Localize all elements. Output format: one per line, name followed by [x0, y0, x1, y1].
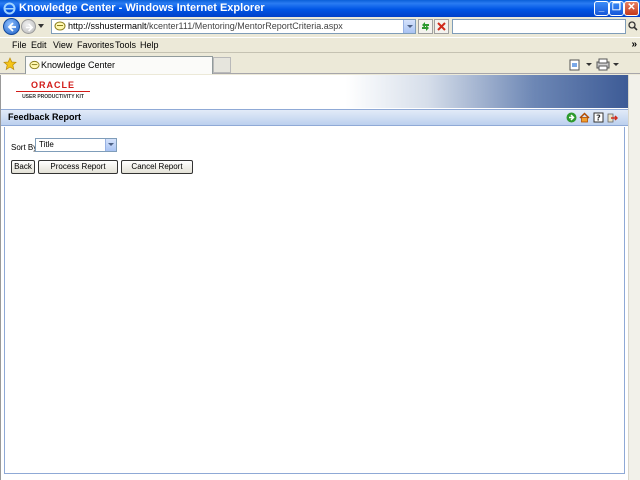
page-icon [29, 60, 40, 70]
window-title-bar[interactable]: Knowledge Center - Windows Internet Expl… [0, 0, 640, 17]
go-icon[interactable] [566, 112, 577, 123]
home-dropdown[interactable] [586, 63, 592, 66]
refresh-icon [422, 22, 429, 31]
sort-by-select[interactable]: Title [35, 138, 117, 152]
search-input[interactable] [452, 19, 626, 34]
window-title: Knowledge Center - Windows Internet Expl… [19, 2, 265, 14]
logo-oracle-text: ORACLE [16, 80, 90, 92]
exit-icon[interactable] [607, 112, 618, 123]
arrow-left-icon [7, 22, 16, 32]
back-button[interactable]: Back [11, 160, 35, 174]
ie-logo-icon [3, 2, 16, 15]
menu-edit[interactable]: Edit [31, 40, 47, 50]
menu-favorites[interactable]: Favorites [77, 40, 114, 50]
minimize-button[interactable]: _ [594, 1, 609, 16]
page-content: ORACLE USER PRODUCTIVITY KIT Feedback Re… [0, 75, 628, 480]
menu-bar: File Edit View Favorites Tools Help » [0, 37, 640, 53]
forward-button[interactable] [21, 19, 36, 34]
search-button[interactable] [627, 19, 639, 34]
process-report-button[interactable]: Process Report [38, 160, 118, 174]
menu-view[interactable]: View [53, 40, 72, 50]
menu-file[interactable]: File [12, 40, 27, 50]
tab-knowledge-center[interactable]: Knowledge Center [25, 56, 213, 74]
report-criteria-panel [4, 127, 625, 474]
print-dropdown[interactable] [613, 63, 619, 66]
report-header-bar: Feedback Report ? [1, 109, 628, 126]
recent-pages-dropdown[interactable] [38, 24, 44, 28]
tab-bar: Knowledge Center [0, 54, 640, 74]
cancel-report-button[interactable]: Cancel Report [121, 160, 193, 174]
help-icon[interactable]: ? [593, 112, 604, 123]
new-tab-button[interactable] [213, 57, 231, 73]
maximize-button[interactable]: ❐ [609, 1, 624, 16]
more-chevron[interactable]: » [631, 39, 637, 50]
navigation-bar: http://sshustermanlt/kcenter111/Mentorin… [0, 17, 640, 36]
address-field[interactable]: http://sshustermanlt/kcenter111/Mentorin… [51, 19, 416, 34]
favorites-star-icon[interactable] [3, 57, 17, 71]
chevron-down-icon[interactable] [105, 139, 116, 151]
arrow-right-icon [25, 23, 34, 32]
page-title: Feedback Report [8, 112, 82, 122]
sort-by-value: Title [39, 140, 54, 149]
stop-icon [437, 22, 446, 31]
logo-upk-text: USER PRODUCTIVITY KIT [22, 94, 84, 100]
menu-tools[interactable]: Tools [115, 40, 136, 50]
print-icon[interactable] [596, 57, 610, 71]
menu-help[interactable]: Help [140, 40, 159, 50]
app-banner: ORACLE USER PRODUCTIVITY KIT [1, 75, 628, 108]
url-text: http://sshustermanlt/kcenter111/Mentorin… [68, 21, 343, 31]
tab-label: Knowledge Center [41, 60, 116, 70]
page-icon [54, 21, 66, 31]
stop-button[interactable] [434, 19, 449, 34]
back-button[interactable] [3, 18, 20, 35]
vertical-scrollbar[interactable] [628, 75, 640, 480]
refresh-button[interactable] [418, 19, 433, 34]
search-icon [628, 21, 638, 31]
home-tool-icon[interactable] [568, 57, 582, 71]
address-dropdown[interactable] [403, 20, 415, 33]
sort-by-label: Sort By [11, 143, 38, 152]
oracle-logo: ORACLE USER PRODUCTIVITY KIT [16, 80, 90, 100]
svg-text:?: ? [596, 114, 601, 123]
home-icon[interactable] [579, 112, 590, 123]
close-button[interactable]: ✕ [624, 1, 639, 16]
